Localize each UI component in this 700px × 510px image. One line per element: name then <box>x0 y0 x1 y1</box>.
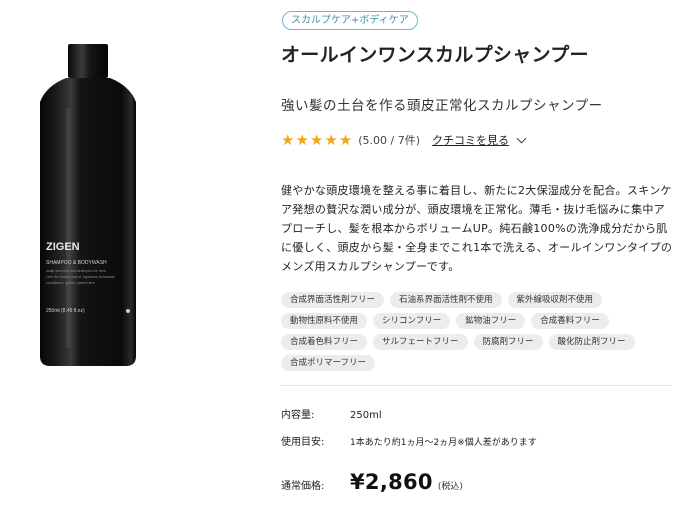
star-icon: ★ <box>309 130 324 149</box>
spec-usage-label: 使用目安: <box>281 437 325 448</box>
feature-tag: サルフェートフリー <box>373 334 468 350</box>
spec-capacity: 内容量: 250ml <box>281 406 382 421</box>
spec-capacity-label: 内容量: <box>281 410 315 421</box>
bottle-illustration: ZIGEN SHAMPOO & BODYWASH scalp sensitive… <box>40 44 136 366</box>
product-description: 健やかな頭皮環境を整える事に着目し、新たに2大保湿成分を配合。スキンケア発想の贅… <box>281 184 673 273</box>
star-icon: ★ <box>324 130 338 149</box>
rating-score: (5.00 / 7件) <box>358 134 421 147</box>
tag-row: 合成ポリマーフリー <box>281 355 681 371</box>
star-icon: ★ <box>281 130 295 149</box>
product-title: オールインワンスカルプシャンプー <box>281 44 589 66</box>
feature-tag: 石油系界面活性剤不使用 <box>390 292 502 308</box>
bottle-line4: conditioner, gentle, sweet herb <box>46 281 95 285</box>
tag-row: 合成界面活性剤フリー 石油系界面活性剤不使用 紫外線吸収剤不使用 <box>281 292 681 308</box>
chevron-down-icon[interactable] <box>516 133 527 143</box>
bottle-line2: scalp sensitive skin shampoo for men <box>46 269 106 273</box>
bottle-body <box>40 78 136 366</box>
spec-capacity-value: 250ml <box>350 410 382 421</box>
feature-tag: 鉱物油フリー <box>456 313 526 329</box>
feature-tag: 紫外線吸収剤不使用 <box>507 292 603 308</box>
feature-tag: 合成ポリマーフリー <box>281 355 375 371</box>
feature-tag: 合成香料フリー <box>531 313 609 329</box>
tag-row: 合成着色料フリー サルフェートフリー 防腐剤フリー 酸化防止剤フリー <box>281 334 681 350</box>
product-image: ZIGEN SHAMPOO & BODYWASH scalp sensitive… <box>22 28 232 373</box>
rating-stars: ★ ★ ★ ★ ★ <box>281 130 353 149</box>
star-icon: ★ <box>295 130 309 149</box>
bottle-cap <box>68 44 108 78</box>
price-value: ¥2,860 <box>350 470 433 494</box>
bottle-brand: ZIGEN <box>46 241 80 253</box>
product-catchcopy: 強い髪の土台を作る頭皮正常化スカルプシャンプー <box>281 98 603 114</box>
spec-usage: 使用目安: 1本あたり約1ヵ月〜2ヵ月※個人差があります <box>281 433 537 448</box>
tax-note: (税込) <box>437 482 463 492</box>
star-icon: ★ <box>338 130 353 149</box>
bottle-line3: Lets the brown cost of Japanese botanica… <box>46 275 115 279</box>
bottle-volume: 250ml (8.45 fl.oz) <box>46 308 85 314</box>
feature-tag: 防腐剤フリー <box>473 334 543 350</box>
divider <box>281 385 671 386</box>
tag-row: 動物性原料不使用 シリコンフリー 鉱物油フリー 合成香料フリー <box>281 313 681 329</box>
feature-tag: 酸化防止剤フリー <box>548 334 635 350</box>
category-badge[interactable]: スカルプケア+ボディケア <box>282 11 418 30</box>
feature-tag: 合成界面活性剤フリー <box>281 292 385 308</box>
view-reviews-link[interactable]: クチコミを見る <box>432 132 509 148</box>
feature-tag: 動物性原料不使用 <box>281 313 368 329</box>
feature-tags: 合成界面活性剤フリー 石油系界面活性剤不使用 紫外線吸収剤不使用 動物性原料不使… <box>281 292 681 376</box>
feature-tag: 合成着色料フリー <box>281 334 368 350</box>
bottle-line1: SHAMPOO & BODYWASH <box>46 260 107 266</box>
price-row: 通常価格: ¥2,860 (税込) <box>281 470 463 494</box>
spec-usage-value: 1本あたり約1ヵ月〜2ヵ月※個人差があります <box>350 438 537 448</box>
feature-tag: シリコンフリー <box>373 313 451 329</box>
price-label: 通常価格: <box>281 481 325 492</box>
rating-row: ★ ★ ★ ★ ★ (5.00 / 7件) クチコミを見る <box>281 130 527 149</box>
